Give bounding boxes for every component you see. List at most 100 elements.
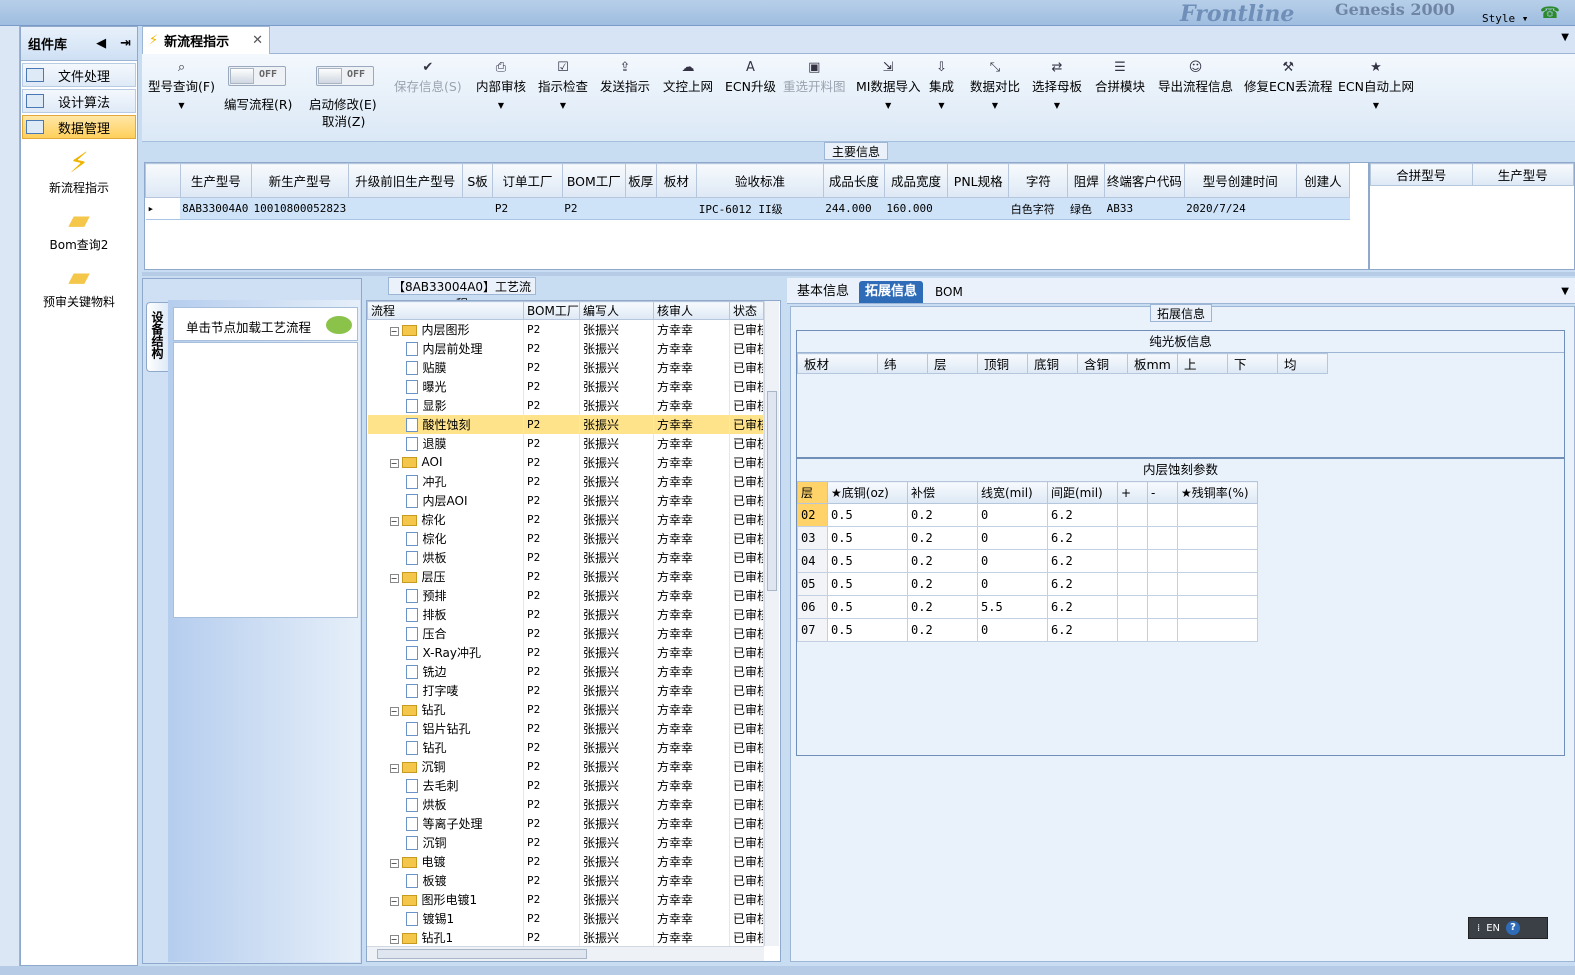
tab-menu-icon[interactable]: ▼	[1561, 32, 1569, 43]
flow-row[interactable]: − 沉铜 P2张振兴方幸幸已审核	[367, 756, 764, 776]
help-icon[interactable]: ?	[1506, 921, 1520, 935]
flow-row[interactable]: 贴膜 P2张振兴方幸幸已审核	[367, 357, 764, 377]
collapse-icon[interactable]: −	[389, 896, 399, 906]
pin-icon[interactable]: ⇥	[120, 36, 131, 51]
tab-ext-info[interactable]: 拓展信息	[859, 281, 924, 303]
table-row[interactable]: ▸ 8AB33004A0 10010800052823 P2 P2 IPC-6012 II…	[145, 197, 1350, 220]
flow-row[interactable]: 沉铜 P2张振兴方幸幸已审核	[367, 832, 764, 852]
etch-cell[interactable]	[1117, 572, 1148, 596]
etch-cell[interactable]: 0.2	[907, 526, 978, 550]
etch-cell[interactable]: 0.5	[827, 595, 908, 619]
etch-row[interactable]: 05 0.5 0.2 0 6.2	[797, 572, 1258, 596]
tab-device-structure[interactable]: 设备结构	[146, 302, 168, 372]
start-edit-toggle[interactable]: OFF	[316, 66, 374, 86]
etch-cell[interactable]: 0.2	[907, 549, 978, 573]
flow-row[interactable]: − 图形电镀1 P2张振兴方幸幸已审核	[367, 889, 764, 909]
toolbar-button-10[interactable]: ⇄ 选择母板 ▼	[1032, 60, 1082, 110]
etch-cell[interactable]	[1117, 595, 1148, 619]
etch-cell[interactable]	[1117, 549, 1148, 573]
tab-new-flow[interactable]: ⚡ 新流程指示 ✕	[142, 26, 270, 54]
etch-cell[interactable]: 0.5	[827, 503, 908, 527]
collapse-left-icon[interactable]: ◀	[96, 36, 106, 51]
collapse-icon[interactable]: −	[389, 326, 399, 336]
flow-row[interactable]: 酸性蚀刻 P2张振兴方幸幸已审核	[367, 414, 764, 434]
etch-cell[interactable]	[1177, 595, 1258, 619]
collapse-icon[interactable]: −	[389, 459, 399, 468]
toolbar-button-14[interactable]: ★ ECN自动上网 ▼	[1338, 60, 1414, 110]
col-header[interactable]: 成品宽度	[883, 163, 949, 198]
flow-col-header[interactable]: 状态	[729, 301, 764, 320]
col-header[interactable]: 板材	[655, 163, 698, 198]
pure-board-col[interactable]: 层	[927, 353, 978, 374]
etch-cell[interactable]: 6.2	[1047, 549, 1118, 573]
flow-row[interactable]: 压合 P2张振兴方幸幸已审核	[367, 623, 764, 643]
flow-col-header[interactable]: 编写人	[579, 301, 654, 320]
collapse-icon[interactable]: −	[389, 573, 399, 583]
toolbar-button-2[interactable]: ☑ 指示检查 ▼	[538, 60, 588, 110]
flow-row[interactable]: 打字唛 P2张振兴方幸幸已审核	[367, 680, 764, 700]
etch-col-header[interactable]: 间距(mil)	[1047, 481, 1118, 504]
etch-row[interactable]: 02 0.5 0.2 0 6.2	[797, 503, 1258, 527]
node-tree[interactable]	[173, 342, 358, 618]
etch-cell[interactable]	[1117, 526, 1148, 550]
col-header[interactable]: S板	[461, 163, 494, 198]
pure-board-col[interactable]: 上	[1177, 353, 1228, 374]
toolbar-button-7[interactable]: ⇲ MI数据导入 ▼	[856, 60, 920, 110]
flow-row[interactable]: 排板 P2张振兴方幸幸已审核	[367, 604, 764, 624]
flow-row[interactable]: 等离子处理 P2张振兴方幸幸已审核	[367, 813, 764, 833]
toolbar-button-6[interactable]: ▣ 重选开料图	[783, 60, 846, 95]
col-header[interactable]: 新生产型号	[251, 163, 349, 198]
flow-row[interactable]: 烘板 P2张振兴方幸幸已审核	[367, 794, 764, 814]
toolbar-button-0[interactable]: ✔ 保存信息(S)	[394, 60, 462, 95]
flow-row[interactable]: 曝光 P2张振兴方幸幸已审核	[367, 376, 764, 396]
etch-cell[interactable]: 0	[977, 549, 1048, 573]
tab-basic-info[interactable]: 基本信息	[791, 281, 855, 303]
model-query-button[interactable]: ⌕ 型号查询(F) ▼	[148, 60, 215, 110]
etch-row[interactable]: 03 0.5 0.2 0 6.2	[797, 526, 1258, 550]
flow-row[interactable]: 冲孔 P2张振兴方幸幸已审核	[367, 471, 764, 491]
col-header[interactable]: 板厚	[624, 163, 657, 198]
etch-col-header[interactable]: -	[1147, 481, 1178, 504]
close-icon[interactable]: ✕	[252, 33, 263, 48]
etch-cell[interactable]: 0.2	[907, 595, 978, 619]
etch-cell[interactable]: 5.5	[977, 595, 1048, 619]
etch-col-header[interactable]: 线宽(mil)	[977, 481, 1048, 504]
flow-row[interactable]: − 电镀 P2张振兴方幸幸已审核	[367, 851, 764, 871]
cancel-button[interactable]: 取消(Z)	[322, 111, 365, 130]
col-combine-model[interactable]: 合拼型号	[1370, 163, 1473, 186]
tab-menu-icon[interactable]: ▼	[1561, 286, 1569, 297]
col-header[interactable]: 字符	[1008, 163, 1069, 198]
flow-row[interactable]: 显影 P2张振兴方幸幸已审核	[367, 395, 764, 415]
flow-row[interactable]: 预排 P2张振兴方幸幸已审核	[367, 585, 764, 605]
toolbar-button-3[interactable]: ⇪ 发送指示	[600, 60, 650, 95]
flow-row[interactable]: 去毛刺 P2张振兴方幸幸已审核	[367, 775, 764, 795]
etch-cell[interactable]: 0	[977, 526, 1048, 550]
etch-cell[interactable]: 0	[977, 572, 1048, 596]
etch-cell[interactable]: 0.5	[827, 618, 908, 642]
phone-icon[interactable]: ☎	[1540, 3, 1560, 22]
flow-col-header[interactable]: BOM工厂	[523, 301, 580, 320]
pure-board-col[interactable]: 板材	[797, 353, 878, 374]
tool-bom-query[interactable]: ▰ Bom查询2	[21, 204, 137, 253]
flow-vertical-scrollbar[interactable]	[764, 301, 779, 946]
etch-col-header[interactable]: ★底铜(oz)	[827, 481, 908, 504]
col-header[interactable]: 终端客户代码	[1104, 163, 1185, 198]
flow-row[interactable]: − 内层图形 P2张振兴方幸幸已审核	[367, 319, 764, 339]
collapse-icon[interactable]: −	[389, 763, 399, 773]
style-menu[interactable]: Style ▾	[1482, 12, 1528, 25]
collapse-icon[interactable]: −	[389, 706, 399, 716]
etch-cell[interactable]	[1117, 503, 1148, 527]
flow-row[interactable]: 镀锡1 P2张振兴方幸幸已审核	[367, 908, 764, 928]
col-header[interactable]: 订单工厂	[492, 163, 563, 198]
toolbar-button-9[interactable]: ⤡ 数据对比 ▼	[970, 60, 1020, 110]
etch-col-header[interactable]: 层	[797, 481, 828, 504]
etch-cell[interactable]: 6.2	[1047, 503, 1118, 527]
flow-row[interactable]: X-Ray冲孔 P2张振兴方幸幸已审核	[367, 642, 764, 662]
lib-item-data[interactable]: 数据管理	[22, 115, 136, 139]
flow-row[interactable]: 内层前处理 P2张振兴方幸幸已审核	[367, 338, 764, 358]
flow-row[interactable]: 板镀 P2张振兴方幸幸已审核	[367, 870, 764, 890]
etch-cell[interactable]	[1147, 526, 1178, 550]
etch-cell[interactable]: 6.2	[1047, 572, 1118, 596]
toolbar-button-5[interactable]: A ECN升级	[725, 60, 776, 95]
etch-col-header[interactable]: +	[1117, 481, 1148, 504]
